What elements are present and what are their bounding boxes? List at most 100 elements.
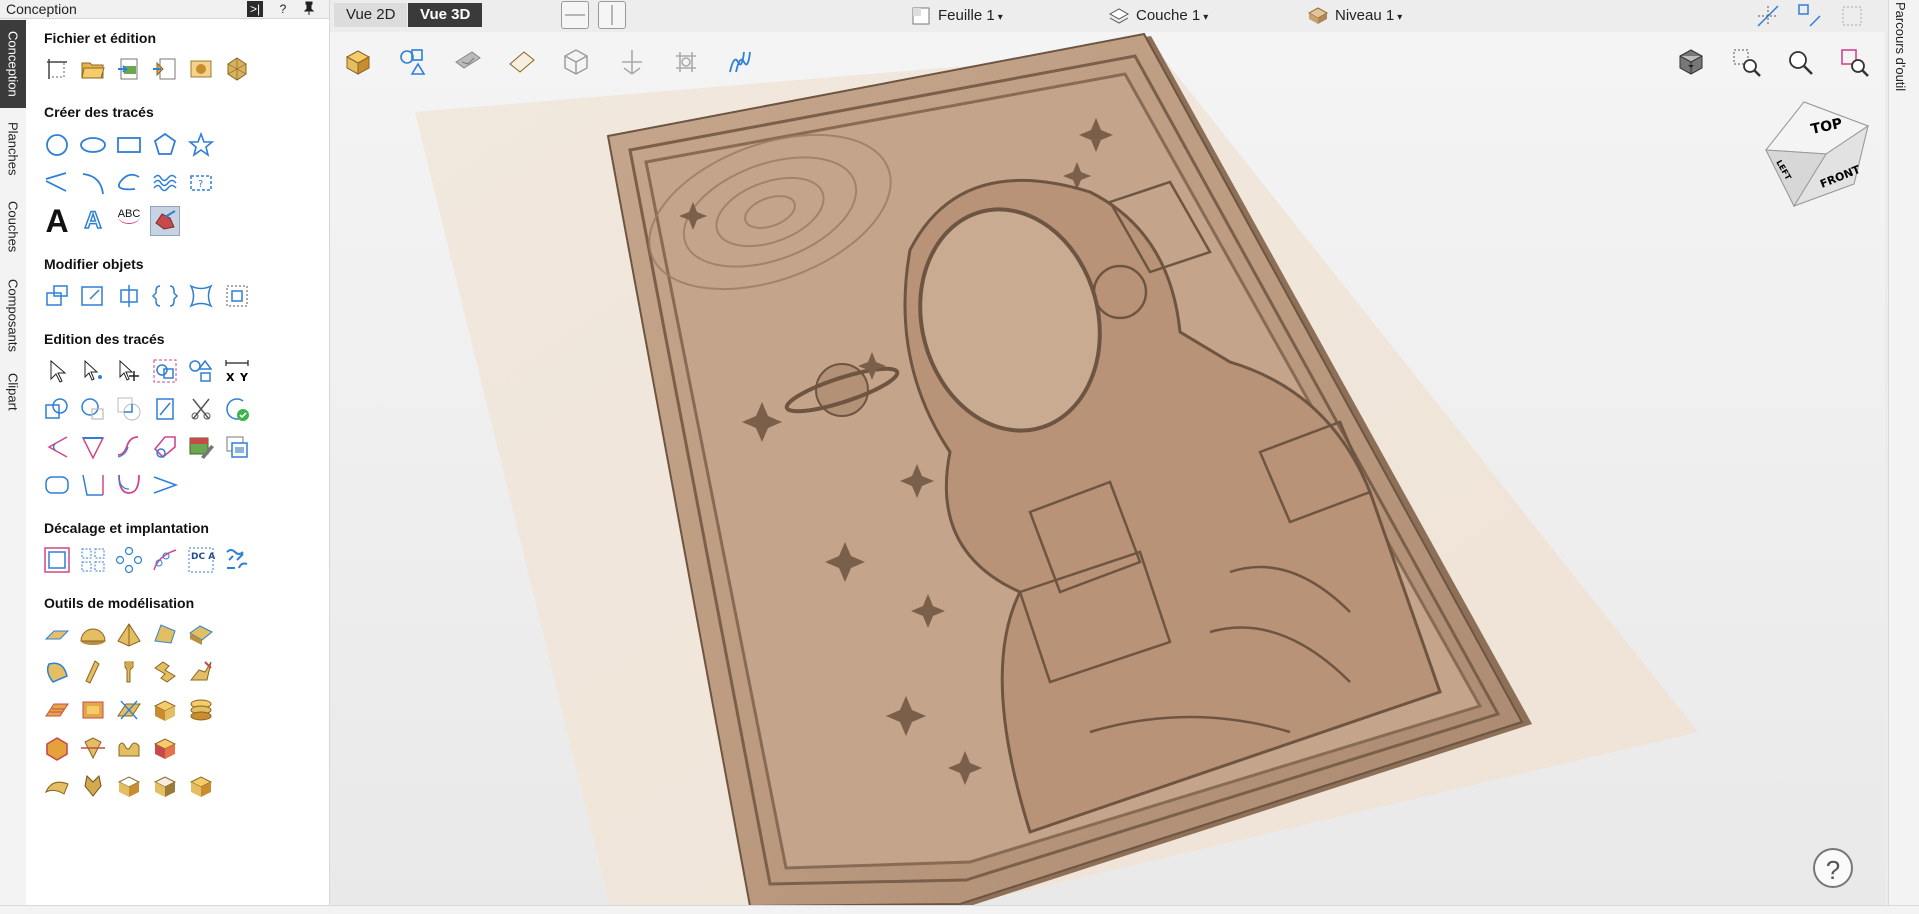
intersect-icon[interactable] (114, 394, 144, 424)
open-file-icon[interactable] (78, 54, 108, 84)
show-material-box-icon[interactable] (558, 44, 594, 80)
3d-viewport[interactable] (330, 32, 1885, 906)
ellipse-icon[interactable] (78, 130, 108, 160)
extrude-icon[interactable] (150, 620, 180, 650)
measure-icon[interactable]: XY (222, 356, 252, 386)
offset-icon[interactable] (42, 545, 72, 575)
array-copy-icon[interactable] (78, 545, 108, 575)
snap-grid-icon[interactable] (1796, 2, 1824, 30)
show-toolpaths-icon[interactable] (722, 44, 758, 80)
tab-conception[interactable]: Conception (0, 20, 26, 108)
weld-icon[interactable] (42, 394, 72, 424)
circle-icon[interactable] (42, 130, 72, 160)
copy-along-vector-icon[interactable] (150, 545, 180, 575)
shape-editor-icon[interactable] (42, 620, 72, 650)
split-model-icon[interactable] (114, 695, 144, 725)
smooth-model-icon[interactable] (42, 771, 72, 801)
transform-icon[interactable] (42, 281, 72, 311)
layer-dropdown[interactable]: Couche 1 ▾ (1108, 4, 1208, 28)
trace-bitmap-icon[interactable] (150, 206, 180, 236)
single-view-layout-button[interactable] (561, 1, 589, 29)
tag-icon[interactable] (150, 432, 180, 462)
chamfer-icon[interactable] (78, 432, 108, 462)
turn-icon[interactable] (114, 657, 144, 687)
zoom-selection-icon[interactable] (1836, 44, 1872, 80)
slice-icon[interactable] (150, 695, 180, 725)
move-nodes-icon[interactable] (114, 356, 144, 386)
nesting-icon[interactable]: DC AB (186, 545, 216, 575)
import-model-icon[interactable] (222, 54, 252, 84)
bitmap-edit-icon[interactable] (186, 432, 216, 462)
sculpt-icon[interactable] (186, 657, 216, 687)
pyramid-icon[interactable] (114, 620, 144, 650)
shading-icon[interactable] (1673, 44, 1709, 80)
fade-icon[interactable] (78, 695, 108, 725)
snap-bbox-icon[interactable] (1838, 2, 1866, 30)
open-vector-icon[interactable] (150, 470, 180, 500)
material-setup-icon[interactable] (340, 44, 376, 80)
polygon-icon[interactable] (150, 130, 180, 160)
bake-icon[interactable] (150, 733, 180, 763)
clipart-model-icon[interactable] (78, 771, 108, 801)
view-cube[interactable]: TOP FRONT LEFT (1760, 96, 1876, 216)
arc-icon[interactable] (78, 168, 108, 198)
circular-array-icon[interactable] (114, 545, 144, 575)
flat-model-icon[interactable] (150, 771, 180, 801)
reset-model-icon[interactable] (114, 771, 144, 801)
import-bitmap-icon[interactable] (186, 54, 216, 84)
relief-scene[interactable] (330, 32, 1885, 906)
align-icon[interactable] (114, 281, 144, 311)
zoom-window-icon[interactable] (1728, 44, 1764, 80)
tab-toolpaths[interactable]: Parcours d'outil (1893, 2, 1908, 91)
rectangle-icon[interactable] (114, 130, 144, 160)
import-components-icon[interactable] (150, 54, 180, 84)
distribute-icon[interactable] (150, 281, 180, 311)
loft-icon[interactable] (150, 657, 180, 687)
two-rail-icon[interactable] (186, 620, 216, 650)
mirror-model-icon[interactable] (78, 733, 108, 763)
polyline-icon[interactable] (42, 168, 72, 198)
tab-vue-3d[interactable]: Vue 3D (408, 3, 483, 27)
split-view-layout-button[interactable] (598, 1, 626, 29)
tab-couches[interactable]: Couches (0, 190, 26, 264)
texture-icon[interactable] (42, 695, 72, 725)
collapse-panel-button[interactable]: >| (247, 1, 263, 17)
dimension-box-icon[interactable]: ? (186, 168, 216, 198)
group-icon[interactable] (150, 356, 180, 386)
help-icon[interactable]: ? (275, 1, 291, 17)
show-origin-icon[interactable] (614, 44, 650, 80)
component-icon[interactable] (42, 733, 72, 763)
revolve-icon[interactable] (78, 657, 108, 687)
show-bitmap-icon[interactable] (450, 44, 486, 80)
select-icon[interactable] (42, 356, 72, 386)
tab-clipart[interactable]: Clipart (0, 366, 26, 418)
ungroup-icon[interactable] (186, 356, 216, 386)
star-icon[interactable] (186, 130, 216, 160)
rounded-rect-icon[interactable] (42, 470, 72, 500)
dome-icon[interactable] (78, 620, 108, 650)
layers-stack-icon[interactable] (186, 695, 216, 725)
smooth-icon[interactable] (114, 432, 144, 462)
level-dropdown[interactable]: Niveau 1 ▾ (1307, 4, 1402, 28)
show-tool-icon[interactable] (668, 44, 704, 80)
sweep-icon[interactable] (42, 657, 72, 687)
wavy-model-icon[interactable] (114, 733, 144, 763)
text-icon[interactable]: A (42, 203, 72, 239)
text-on-curve-icon[interactable]: ABC (114, 206, 144, 236)
scale-icon[interactable] (78, 281, 108, 311)
close-vectors-icon[interactable] (222, 394, 252, 424)
outline-text-icon[interactable]: A (78, 206, 108, 236)
join-icon[interactable] (114, 470, 144, 500)
show-vectors-icon[interactable] (394, 44, 430, 80)
fillet-icon[interactable] (42, 432, 72, 462)
help-button[interactable]: ? (1813, 848, 1853, 888)
scissors-icon[interactable] (186, 394, 216, 424)
subtract-icon[interactable] (78, 394, 108, 424)
tab-vue-2d[interactable]: Vue 2D (334, 3, 408, 27)
block-model-icon[interactable] (186, 771, 216, 801)
sheet-dropdown[interactable]: Feuille 1 ▾ (910, 4, 1003, 28)
image-tools-icon[interactable] (222, 432, 252, 462)
overlap-icon[interactable] (150, 394, 180, 424)
tab-composants[interactable]: Composants (0, 268, 26, 362)
auto-layout-icon[interactable] (222, 545, 252, 575)
